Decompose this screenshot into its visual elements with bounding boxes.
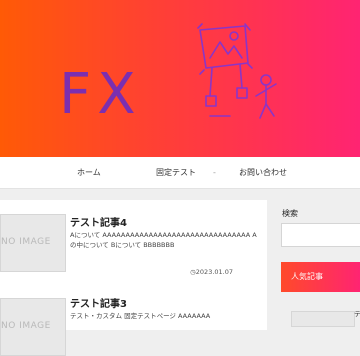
hero-illustration (197, 23, 277, 119)
search-widget-title: 検索 (282, 209, 298, 218)
post-date: ◷2023.01.07 (190, 268, 233, 276)
post-thumbnail[interactable]: NO IMAGE (0, 214, 66, 272)
post-title[interactable]: テスト記事4 (70, 214, 127, 229)
no-image-label: NO IMAGE (1, 321, 51, 331)
hero-header: FX (0, 0, 360, 157)
nav-dropdown-marker: - (213, 168, 216, 177)
nav-item-home[interactable]: ホーム (77, 157, 101, 188)
site-logo[interactable]: FX (59, 65, 142, 125)
search-input[interactable] (281, 223, 360, 247)
no-image-label: NO IMAGE (1, 237, 51, 247)
popular-post-title[interactable]: テ (354, 309, 360, 319)
post-list: NO IMAGE テスト記事4 Aについて AAAAAAAAAAAAAAAAAA… (0, 200, 267, 356)
global-nav: ホーム 固定テスト - お問い合わせ (0, 157, 360, 189)
popular-posts-title: 人気記事 (291, 272, 323, 281)
nav-item-contact[interactable]: お問い合わせ (239, 157, 287, 188)
post-date-text: 2023.01.07 (195, 268, 233, 276)
popular-posts-header: 人気記事 (281, 262, 360, 292)
post-thumbnail[interactable]: NO IMAGE (0, 298, 66, 356)
post-title[interactable]: テスト記事3 (70, 295, 127, 310)
popular-post-thumbnail[interactable] (291, 311, 355, 327)
post-excerpt: Aについて AAAAAAAAAAAAAAAAAAAAAAAAAAAAAAAA A… (70, 231, 257, 249)
nav-item-fixed-test[interactable]: 固定テスト (156, 157, 196, 188)
